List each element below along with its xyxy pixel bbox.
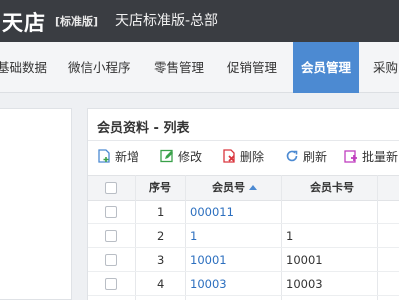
card-no: 10003 — [286, 277, 323, 291]
batch-add-icon — [344, 150, 357, 163]
edit-button-label: 修改 — [178, 150, 203, 164]
column-header-seq[interactable]: 序号 — [149, 176, 171, 200]
member-no-link[interactable]: 1 — [190, 225, 197, 248]
refresh-button-label: 刷新 — [303, 150, 328, 164]
title-divider — [88, 140, 399, 141]
nav-item-promotion[interactable]: 促销管理 — [227, 42, 277, 93]
row-seq: 4 — [157, 277, 165, 291]
table-row[interactable]: 3 10001 10001 — [88, 249, 399, 272]
left-panel — [0, 108, 72, 300]
row-checkbox[interactable] — [105, 278, 117, 290]
column-header-member-no[interactable]: 会员号 — [212, 176, 257, 200]
member-no-link[interactable]: 10003 — [190, 273, 227, 296]
column-header-member-no-label: 会员号 — [212, 181, 245, 194]
app-logo: 天店 — [2, 11, 46, 35]
store-title: 天店标准版-总部 — [115, 13, 219, 29]
refresh-icon — [286, 150, 298, 162]
nav-item-retail[interactable]: 零售管理 — [154, 42, 204, 93]
member-no-link[interactable]: 10001 — [190, 249, 227, 272]
delete-button[interactable]: 删除 — [222, 147, 264, 167]
main-nav: 基础数据 微信小程序 零售管理 促销管理 会员管理 采购 — [0, 42, 399, 93]
panel-title: 会员资料 - 列表 — [97, 121, 190, 136]
edit-icon — [160, 149, 173, 163]
delete-button-label: 删除 — [240, 150, 265, 164]
member-list-panel: 会员资料 - 列表 新增 修改 删除 刷新 批量新 序号 会员号 会员卡号 1 … — [87, 108, 399, 300]
add-button[interactable]: 新增 — [97, 147, 139, 167]
row-checkbox[interactable] — [105, 230, 117, 242]
batch-add-button[interactable]: 批量新 — [344, 147, 398, 167]
member-no-link[interactable]: 000011 — [190, 201, 234, 224]
nav-item-member[interactable]: 会员管理 — [293, 42, 359, 93]
table-row[interactable]: 2 1 1 — [88, 225, 399, 248]
refresh-button[interactable]: 刷新 — [285, 147, 327, 167]
edition-label: [标准版] — [55, 15, 99, 28]
delete-icon — [223, 149, 235, 163]
row-seq: 2 — [157, 229, 165, 243]
card-no: 10001 — [286, 253, 323, 267]
row-seq: 1 — [157, 205, 165, 219]
nav-item-basic-data[interactable]: 基础数据 — [0, 42, 47, 93]
card-no: 1 — [286, 229, 294, 243]
table-row[interactable]: 1 000011 — [88, 201, 399, 224]
batch-add-button-label: 批量新 — [362, 150, 399, 164]
row-checkbox[interactable] — [105, 206, 117, 218]
column-header-card-no[interactable]: 会员卡号 — [310, 176, 354, 200]
add-button-label: 新增 — [115, 150, 140, 164]
select-all-checkbox[interactable] — [105, 182, 117, 194]
row-seq: 3 — [157, 253, 165, 267]
nav-item-purchase[interactable]: 采购 — [373, 42, 398, 93]
table-row[interactable]: 4 10003 10003 — [88, 273, 399, 296]
row-checkbox[interactable] — [105, 254, 117, 266]
sort-ascending-icon — [249, 185, 257, 190]
top-bar: 天店 [标准版] 天店标准版-总部 — [0, 0, 399, 42]
add-document-icon — [98, 149, 110, 163]
nav-item-wechat-miniprogram[interactable]: 微信小程序 — [68, 42, 131, 93]
edit-button[interactable]: 修改 — [160, 147, 202, 167]
